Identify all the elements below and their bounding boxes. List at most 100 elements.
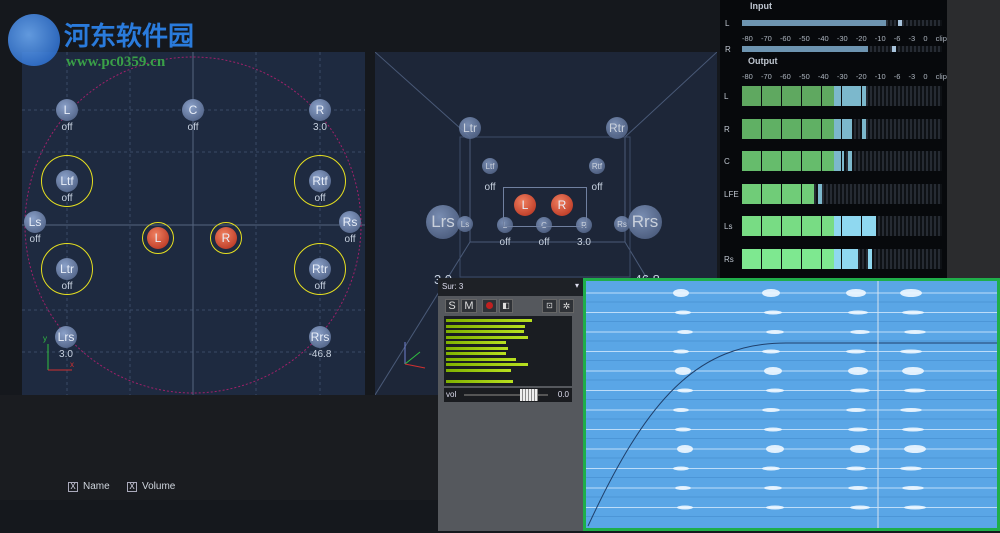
lock-button[interactable]: ⊡ bbox=[542, 299, 557, 313]
settings-button[interactable]: ✲ bbox=[559, 299, 574, 313]
strip-header[interactable]: Sur: 3 ▾ bbox=[438, 278, 584, 296]
meter-peak bbox=[848, 151, 852, 171]
speaker-rtr[interactable]: Rtr bbox=[309, 258, 331, 280]
waveform-burst bbox=[677, 388, 693, 393]
volume-slider-handle[interactable] bbox=[520, 389, 538, 401]
scale-tick: -20 bbox=[855, 34, 867, 43]
speaker-r[interactable]: R bbox=[309, 99, 331, 121]
output-meter-r bbox=[742, 118, 942, 139]
waveform-burst bbox=[764, 310, 782, 315]
meter-segments bbox=[742, 151, 844, 171]
speaker-value: 3.0 bbox=[313, 122, 327, 133]
level-meters: Input Output -80 -70 -60 -50 -40 -30 -20 -10 -6-… bbox=[720, 0, 947, 278]
output-meter-lfe bbox=[742, 183, 942, 204]
speaker-ltr[interactable]: Ltr bbox=[459, 117, 481, 139]
channel-level-bar bbox=[446, 330, 524, 333]
volume-checkbox[interactable]: X Volume bbox=[127, 481, 175, 492]
vol-label: vol bbox=[446, 390, 457, 399]
speaker-button[interactable]: ◧ bbox=[499, 299, 513, 313]
speaker-ltf[interactable]: Ltf bbox=[56, 170, 78, 192]
channel-level-bar bbox=[446, 363, 528, 366]
scale-tick: -80 bbox=[742, 72, 753, 81]
waveform-burst bbox=[850, 330, 870, 334]
waveform-burst bbox=[673, 289, 689, 297]
meter-peak bbox=[862, 86, 866, 106]
scale-tick: -3 bbox=[908, 72, 916, 81]
speaker-rrs[interactable]: Rrs bbox=[309, 326, 331, 348]
output-channel-label: LFE bbox=[724, 189, 739, 199]
source-r[interactable]: R bbox=[215, 227, 237, 249]
speaker-ls[interactable]: Ls bbox=[457, 216, 473, 232]
source-l[interactable]: L bbox=[147, 227, 169, 249]
waveform-burst bbox=[675, 367, 691, 375]
volume-check-icon: X bbox=[127, 481, 137, 492]
waveform-burst bbox=[673, 349, 689, 354]
channel-level-bar bbox=[446, 335, 528, 339]
mute-button[interactable]: M bbox=[461, 299, 477, 313]
speaker-lrs[interactable]: Lrs bbox=[55, 326, 77, 348]
waveform-burst bbox=[850, 388, 870, 393]
input-channel-label: R bbox=[725, 45, 731, 54]
scale-tick: -20 bbox=[855, 72, 867, 81]
waveform-burst bbox=[900, 349, 922, 354]
speaker-rtf[interactable]: Rtf bbox=[309, 170, 331, 192]
scale-tick: -40 bbox=[817, 72, 829, 81]
dropdown-icon[interactable]: ▾ bbox=[575, 281, 579, 290]
speaker-rrs[interactable]: Rrs bbox=[628, 205, 662, 239]
speaker-ls[interactable]: Ls bbox=[24, 211, 46, 233]
speaker-value: off bbox=[484, 182, 496, 193]
waveform-burst bbox=[904, 388, 926, 393]
channel-level-bar bbox=[446, 357, 516, 361]
record-button[interactable] bbox=[482, 299, 497, 313]
meter-peak bbox=[892, 46, 896, 52]
scale-tick: -10 bbox=[874, 34, 886, 43]
speaker-ltf[interactable]: Ltf bbox=[482, 158, 498, 174]
speaker-value: off bbox=[61, 281, 73, 292]
output-scale: -80 -70 -60 -50 -40 -30 -20 -10 -6 -3 0 clip bbox=[742, 72, 947, 81]
waveform-burst bbox=[846, 466, 866, 471]
speaker-lrs[interactable]: Lrs bbox=[426, 205, 460, 239]
waveform-burst bbox=[904, 505, 926, 510]
speaker-rs[interactable]: Rs bbox=[339, 211, 361, 233]
waveform-burst bbox=[762, 349, 780, 354]
speaker-l[interactable]: L bbox=[56, 99, 78, 121]
waveform-burst bbox=[848, 367, 868, 375]
scale-tick: -6 bbox=[893, 34, 901, 43]
channel-level-bar bbox=[446, 368, 511, 372]
speaker-rtr[interactable]: Rtr bbox=[606, 117, 628, 139]
solo-button[interactable]: S bbox=[445, 299, 459, 313]
waveform-burst bbox=[846, 289, 866, 297]
channel-level-bar bbox=[446, 319, 533, 322]
speaker-rs[interactable]: Rs bbox=[614, 216, 630, 232]
speaker-icon: ◧ bbox=[502, 301, 510, 310]
output-label: Output bbox=[748, 56, 778, 66]
scale-tick: 0 bbox=[923, 34, 928, 43]
side-panel bbox=[947, 0, 1000, 278]
meter-segments bbox=[742, 183, 814, 204]
name-checkbox[interactable]: X Name bbox=[68, 481, 110, 492]
speaker-value: off bbox=[61, 122, 73, 133]
waveform-burst bbox=[846, 349, 866, 354]
speaker-c[interactable]: C bbox=[182, 99, 204, 121]
speaker-rtf[interactable]: Rtf bbox=[589, 158, 605, 174]
volume-control[interactable]: vol 0.0 bbox=[444, 388, 572, 402]
meter-peak bbox=[872, 216, 876, 236]
panner-2d[interactable]: y x Loff Coff R 3.0 Ltf off Rtf off Ls off Rs off Lt… bbox=[22, 52, 365, 395]
meter-peak bbox=[868, 248, 872, 269]
speaker-ltr[interactable]: Ltr bbox=[56, 258, 78, 280]
scale-tick: clip bbox=[935, 34, 947, 43]
meter-fill bbox=[742, 46, 868, 52]
waveform-burst bbox=[904, 445, 926, 453]
speaker-value: off bbox=[314, 193, 326, 204]
waveform-burst bbox=[762, 289, 780, 297]
meter-fill bbox=[742, 20, 886, 26]
channel-level-bar bbox=[446, 341, 506, 344]
channel-level-bar bbox=[446, 379, 514, 383]
options-area bbox=[0, 395, 440, 500]
output-channel-label: Rs bbox=[724, 254, 734, 264]
meter-segments bbox=[742, 216, 872, 236]
waveform-editor[interactable] bbox=[583, 278, 1000, 531]
speaker-value: off bbox=[314, 281, 326, 292]
speaker-value: 3.0 bbox=[59, 349, 73, 360]
scale-tick: -40 bbox=[817, 34, 829, 43]
